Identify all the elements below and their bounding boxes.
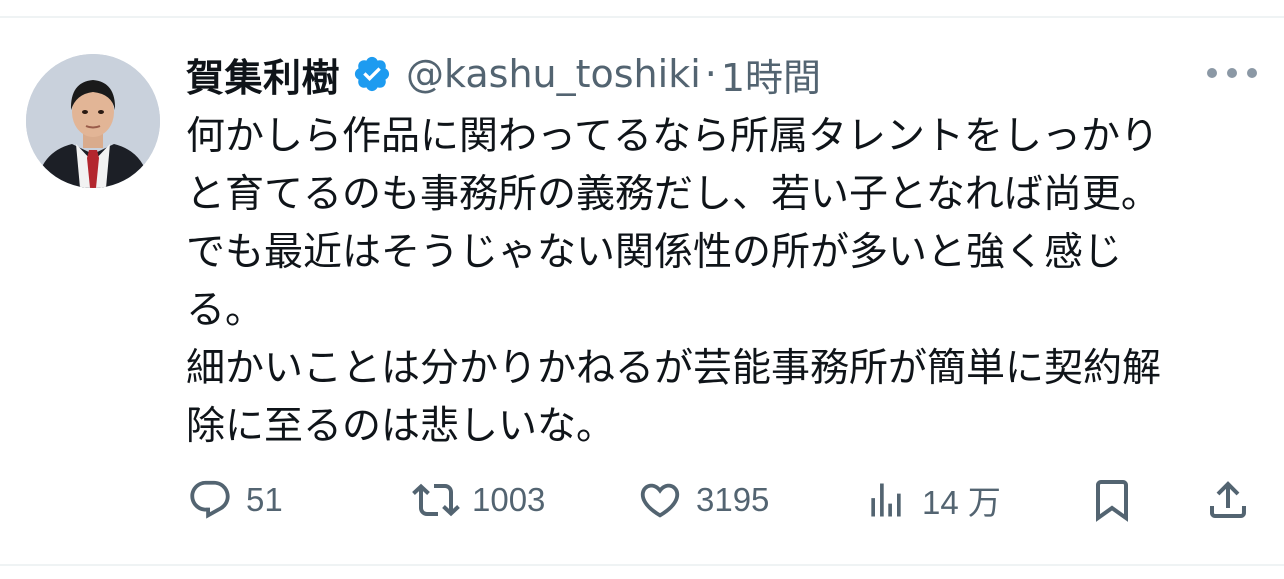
reply-count: 51	[246, 481, 283, 518]
like-count: 3195	[696, 481, 770, 518]
bookmark-icon	[1088, 476, 1136, 524]
reply-button[interactable]: 51	[186, 472, 283, 528]
tweet-header: 賀集利樹 @kashu_toshiki · 1時間	[186, 46, 821, 102]
post-time[interactable]: 1時間	[721, 47, 821, 102]
user-handle[interactable]: @kashu_toshiki	[406, 52, 701, 96]
reply-icon	[186, 476, 234, 524]
heart-icon	[636, 476, 684, 524]
share-icon	[1204, 476, 1252, 524]
like-button[interactable]: 3195	[636, 472, 769, 528]
tweet-text-line: と育てるのも事務所の義務だし、若い子となれば尚更。	[186, 172, 1160, 217]
tweet-text: 何かしら作品に関わってるなら所属タレントをしっかり と育てるのも事務所の義務だし…	[186, 108, 1266, 456]
bookmark-button[interactable]	[1088, 472, 1136, 528]
repost-icon	[412, 476, 460, 524]
views-count: 14 万	[922, 484, 1001, 521]
avatar[interactable]	[26, 54, 160, 188]
more-horizontal-icon	[1207, 68, 1257, 78]
tweet-text-line: 細かいことは分かりかねるが芸能事務所が簡単に契約解	[186, 346, 1162, 391]
tweet-text-line: 除に至るのは悲しいな。	[186, 404, 616, 449]
views-icon	[862, 476, 910, 524]
share-button[interactable]	[1204, 472, 1252, 528]
top-divider	[0, 16, 1284, 18]
repost-count: 1003	[472, 481, 546, 518]
more-button[interactable]	[1206, 60, 1258, 86]
tweet-text-line: る。	[186, 288, 265, 333]
bottom-divider	[0, 564, 1284, 566]
repost-button[interactable]: 1003	[412, 472, 545, 528]
display-name[interactable]: 賀集利樹	[186, 47, 340, 102]
avatar-image	[26, 54, 160, 188]
dot-separator: ·	[704, 52, 717, 96]
verified-badge-icon	[352, 54, 392, 94]
tweet-text-line: 何かしら作品に関わってるなら所属タレントをしっかり	[186, 114, 1160, 159]
tweet-text-line: でも最近はそうじゃない関係性の所が多いと強く感じ	[186, 230, 1123, 275]
action-bar: 51 1003 3195 14 万	[186, 472, 1256, 528]
views-button[interactable]: 14 万	[862, 472, 1001, 528]
